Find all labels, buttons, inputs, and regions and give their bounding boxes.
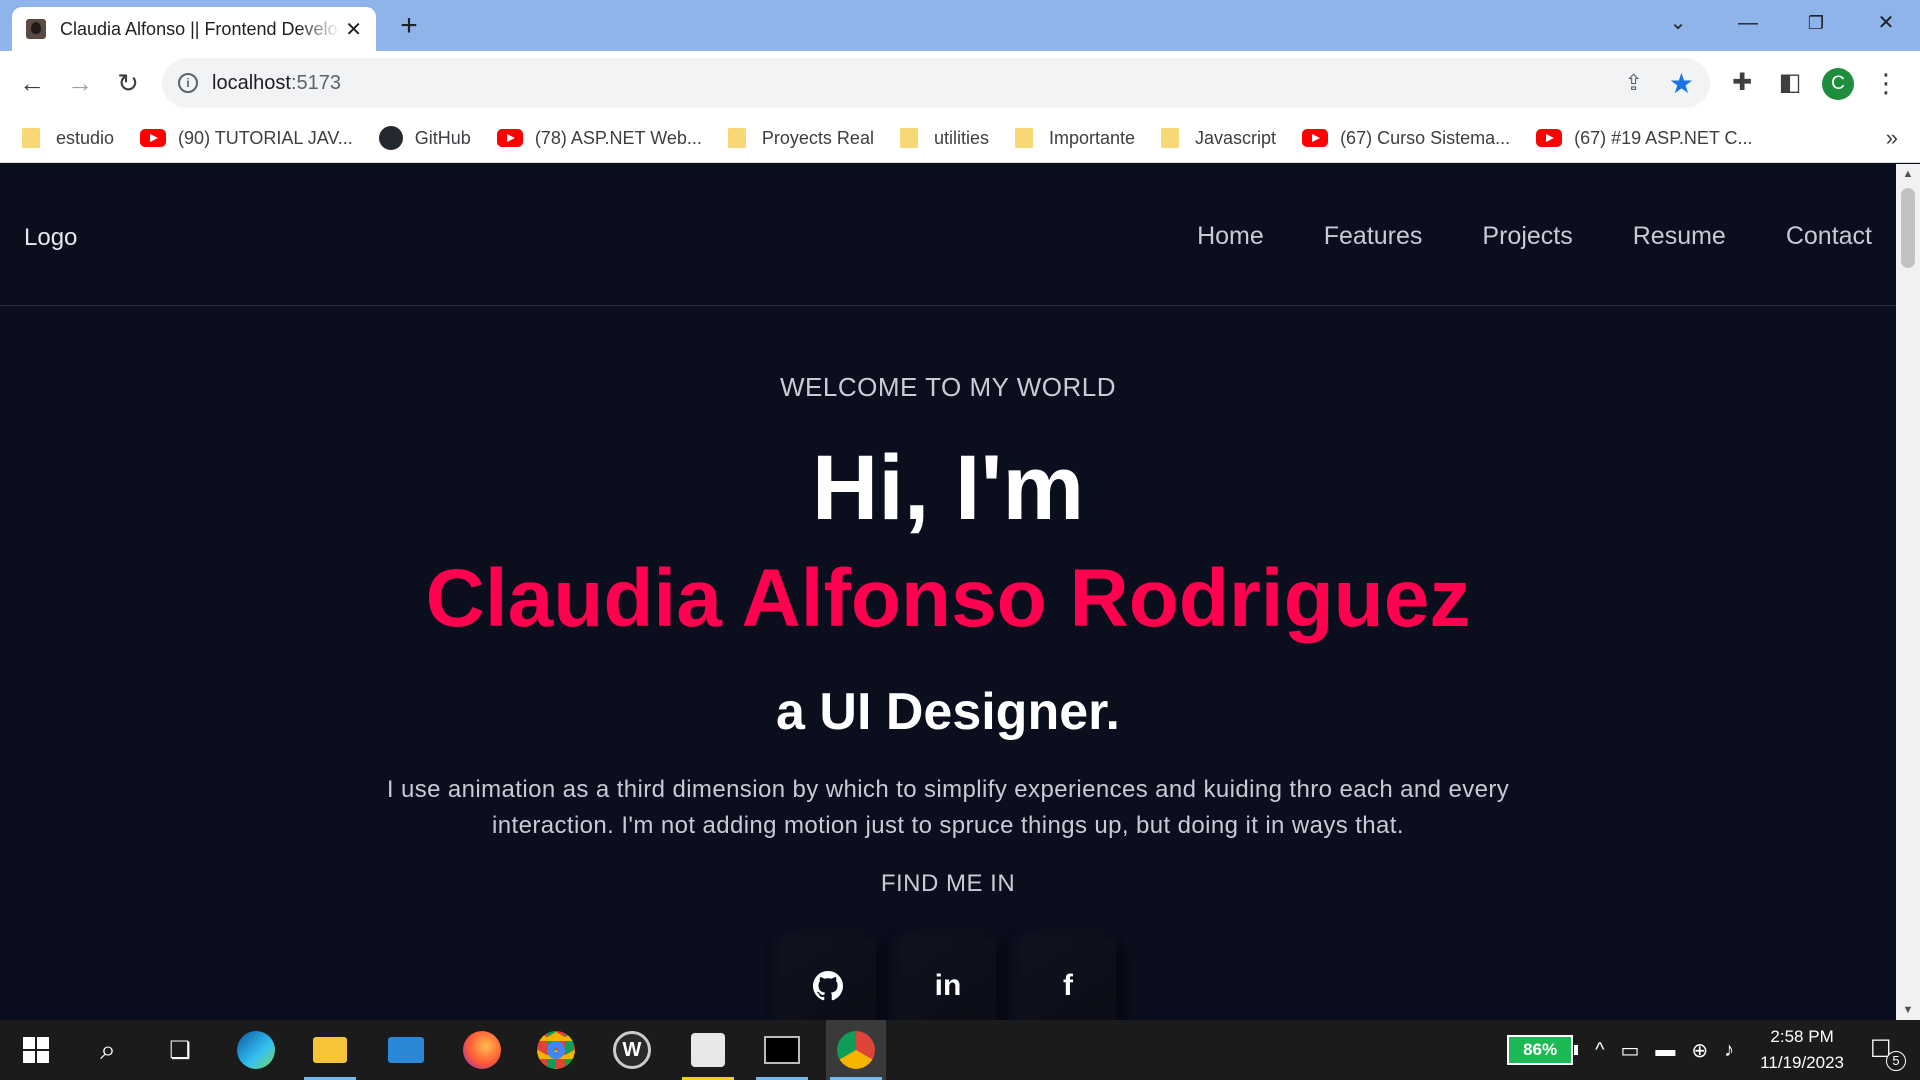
folder-icon: [899, 128, 918, 148]
scroll-down-arrow-icon[interactable]: ▼: [1896, 1000, 1920, 1020]
windows-logo-icon: [23, 1037, 49, 1063]
page-viewport: Logo Home Features Projects Resume Conta…: [0, 164, 1896, 1020]
site-logo[interactable]: Logo: [24, 224, 77, 252]
task-view-icon[interactable]: ❏: [150, 1020, 210, 1080]
bookmark-star-icon[interactable]: ★: [1669, 67, 1694, 100]
youtube-icon: [1302, 129, 1329, 147]
terminal-icon[interactable]: [752, 1020, 812, 1080]
bookmark-item[interactable]: (67) Curso Sistema...: [1302, 128, 1510, 149]
url-text[interactable]: localhost:5173: [212, 72, 341, 95]
hero-welcome: WELCOME TO MY WORLD: [780, 372, 1116, 402]
edge-icon[interactable]: [226, 1020, 286, 1080]
site-header: Logo Home Features Projects Resume Conta…: [0, 164, 1896, 306]
tab-search-chevron-icon[interactable]: ⌄: [1658, 6, 1698, 40]
social-links: in f: [780, 938, 1116, 1020]
firefox-icon[interactable]: [452, 1020, 512, 1080]
nav-link-projects[interactable]: Projects: [1482, 222, 1572, 251]
bookmarks-bar: estudio (90) TUTORIAL JAV... GitHub (78)…: [0, 114, 1920, 163]
site-info-icon[interactable]: i: [178, 73, 198, 93]
meet-now-icon[interactable]: ▭: [1621, 1038, 1640, 1063]
browser-tab-bar: Claudia Alfonso || Frontend Developer ✕ …: [0, 0, 1920, 51]
scrollbar-thumb[interactable]: [1901, 188, 1915, 268]
bookmark-item[interactable]: (90) TUTORIAL JAV...: [140, 128, 353, 149]
find-me-heading: FIND ME IN: [880, 870, 1016, 897]
nav-link-contact[interactable]: Contact: [1786, 222, 1872, 251]
webstorm-icon[interactable]: W: [602, 1020, 662, 1080]
page-scrollbar[interactable]: ▲ ▼: [1896, 164, 1920, 1020]
system-clock[interactable]: 2:58 PM 11/19/2023: [1760, 1024, 1844, 1076]
folder-icon: [1161, 128, 1180, 148]
chrome-icon[interactable]: [526, 1020, 586, 1080]
folder-icon: [22, 128, 40, 148]
bookmark-item[interactable]: Javascript: [1161, 128, 1276, 149]
bookmark-item[interactable]: (78) ASP.NET Web...: [496, 128, 702, 149]
chrome-profile-icon[interactable]: [826, 1020, 886, 1080]
bookmark-item[interactable]: estudio: [22, 128, 114, 149]
minimize-button[interactable]: —: [1728, 6, 1768, 40]
scroll-up-arrow-icon[interactable]: ▲: [1896, 164, 1920, 184]
hero-greeting: Hi, I'm: [811, 437, 1085, 539]
notification-count-badge: 5: [1886, 1051, 1906, 1071]
bookmark-item[interactable]: (67) #19 ASP.NET C...: [1536, 128, 1753, 149]
facebook-link-button[interactable]: f: [1020, 938, 1116, 1020]
clock-time: 2:58 PM: [1770, 1027, 1834, 1046]
linkedin-icon: in: [934, 969, 962, 1002]
facebook-icon: f: [1063, 969, 1073, 1002]
bookmarks-overflow-button[interactable]: »: [1886, 125, 1898, 151]
video-editor-icon[interactable]: [678, 1020, 738, 1080]
bookmark-item[interactable]: GitHub: [378, 126, 471, 150]
youtube-icon: [140, 129, 167, 147]
restore-button[interactable]: ❐: [1796, 6, 1836, 40]
tab-title: Claudia Alfonso || Frontend Developer: [60, 18, 340, 39]
windows-taskbar: ⌕ ❏ W 86% ^ ▭ ▬ ⊕ ♪ 2:58 PM 11/19/2023 ☐…: [0, 1020, 1920, 1080]
tab-favicon-icon: [26, 19, 46, 39]
chrome-menu-icon[interactable]: ⋮: [1868, 65, 1904, 101]
github-icon: [378, 126, 403, 150]
github-link-button[interactable]: [780, 938, 876, 1020]
mail-icon[interactable]: [376, 1020, 436, 1080]
nav-link-home[interactable]: Home: [1197, 222, 1264, 251]
bookmark-item[interactable]: utilities: [899, 128, 989, 149]
youtube-icon: [1536, 129, 1563, 147]
youtube-icon: [496, 129, 523, 147]
search-icon[interactable]: ⌕: [78, 1020, 138, 1080]
nav-link-features[interactable]: Features: [1324, 222, 1423, 251]
share-icon[interactable]: ⇪: [1624, 70, 1642, 96]
hero-name: Claudia Alfonso Rodriguez: [425, 553, 1471, 644]
address-bar[interactable]: i localhost:5173 ⇪ ★: [162, 58, 1710, 108]
system-tray: 86% ^ ▭ ▬ ⊕ ♪ 2:58 PM 11/19/2023 ☐ 5: [1507, 1020, 1920, 1080]
battery-indicator[interactable]: 86%: [1507, 1035, 1579, 1065]
show-hidden-icons-chevron-icon[interactable]: ^: [1595, 1039, 1604, 1062]
extensions-puzzle-icon[interactable]: ✚: [1724, 65, 1760, 101]
bookmark-item[interactable]: Proyects Real: [727, 128, 874, 149]
close-window-button[interactable]: ✕: [1866, 6, 1906, 40]
notification-center-icon[interactable]: ☐ 5: [1870, 1035, 1906, 1071]
folder-icon: [727, 128, 746, 148]
tab-close-icon[interactable]: ✕: [345, 17, 362, 42]
hero-description: I use animation as a third dimension by …: [386, 776, 1510, 839]
forward-arrow-icon[interactable]: →: [62, 65, 98, 101]
start-button[interactable]: [6, 1020, 66, 1080]
hero-role: a UI Designer.: [776, 683, 1120, 741]
profile-avatar[interactable]: C: [1822, 68, 1854, 100]
volume-icon[interactable]: ♪: [1724, 1039, 1734, 1062]
clock-date: 11/19/2023: [1760, 1053, 1844, 1072]
side-panel-icon[interactable]: ◧: [1772, 65, 1808, 101]
folder-icon: [1014, 128, 1033, 148]
battery-icon[interactable]: ▬: [1655, 1039, 1675, 1062]
github-icon: [813, 971, 843, 1001]
site-nav: Home Features Projects Resume Contact: [1197, 222, 1872, 251]
file-explorer-icon[interactable]: [300, 1020, 360, 1080]
new-tab-button[interactable]: +: [392, 10, 426, 44]
reload-icon[interactable]: ↻: [110, 65, 146, 101]
linkedin-link-button[interactable]: in: [900, 938, 996, 1020]
browser-tab-active[interactable]: Claudia Alfonso || Frontend Developer ✕: [12, 7, 376, 51]
network-globe-icon[interactable]: ⊕: [1691, 1038, 1708, 1063]
nav-link-resume[interactable]: Resume: [1633, 222, 1726, 251]
bookmark-item[interactable]: Importante: [1014, 128, 1135, 149]
browser-toolbar: ← → ↻ i localhost:5173 ⇪ ★ ✚ ◧ C ⋮: [0, 51, 1920, 114]
back-arrow-icon[interactable]: ←: [14, 65, 50, 101]
